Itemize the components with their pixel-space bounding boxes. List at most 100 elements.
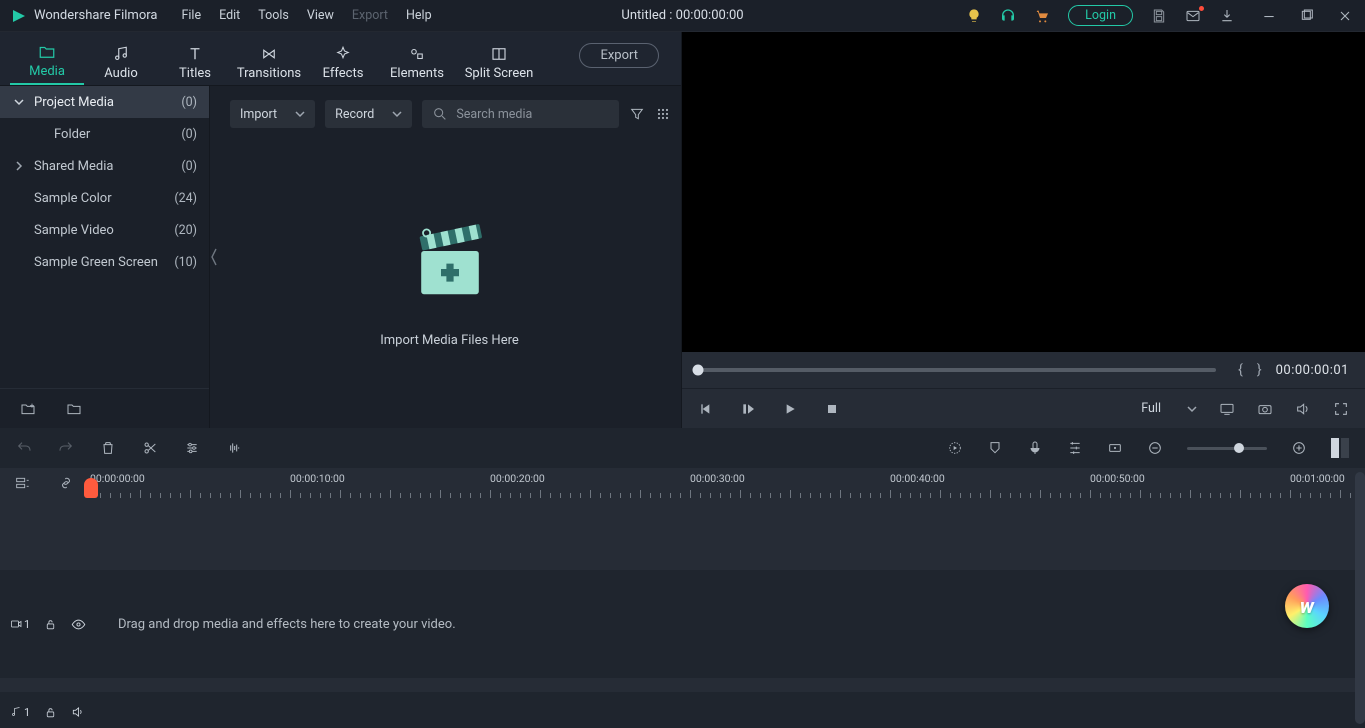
stop-icon[interactable] xyxy=(824,401,840,417)
mark-in-icon[interactable]: { xyxy=(1238,362,1243,378)
collapse-handle[interactable] xyxy=(210,86,218,428)
wondershare-badge[interactable]: w xyxy=(1285,584,1329,628)
timeline-scrollbar[interactable] xyxy=(1355,472,1365,724)
download-icon[interactable] xyxy=(1219,8,1235,24)
tab-split-screen[interactable]: Split Screen xyxy=(454,41,544,85)
preview-timecode: 00:00:00:01 xyxy=(1276,363,1349,378)
clapperboard-icon xyxy=(404,215,496,305)
sidebar-sample-color[interactable]: Sample Color(24) xyxy=(0,182,209,214)
preview-video[interactable] xyxy=(682,32,1365,352)
save-icon[interactable] xyxy=(1151,8,1167,24)
split-clip-icon[interactable] xyxy=(142,440,158,456)
volume-icon[interactable] xyxy=(1295,401,1311,417)
preview-timebar: { } 00:00:00:01 xyxy=(682,352,1365,388)
export-button[interactable]: Export xyxy=(579,43,659,68)
menu-view[interactable]: View xyxy=(307,8,334,23)
menu-file[interactable]: File xyxy=(181,8,201,23)
delete-icon[interactable] xyxy=(100,440,116,456)
filter-icon[interactable] xyxy=(629,106,645,122)
text-icon xyxy=(186,45,204,63)
import-dropdown[interactable]: Import xyxy=(230,100,315,128)
tab-elements[interactable]: Elements xyxy=(380,41,454,85)
ruler-label: 00:00:10:00 xyxy=(290,472,345,485)
eye-icon[interactable] xyxy=(71,617,86,632)
tab-titles[interactable]: Titles xyxy=(158,41,232,85)
sidebar-folder[interactable]: Folder(0) xyxy=(0,118,209,150)
close-icon[interactable] xyxy=(1337,8,1353,24)
zoom-fit-icon[interactable] xyxy=(1331,438,1349,458)
menu-export: Export xyxy=(352,8,388,23)
ruler-label: 00:00:20:00 xyxy=(490,472,545,485)
app-logo-icon xyxy=(10,7,28,25)
grid-view-icon[interactable] xyxy=(655,106,671,122)
tab-media[interactable]: Media xyxy=(10,39,84,85)
video-track-icon xyxy=(10,618,22,630)
preview-quality-dropdown[interactable]: Full xyxy=(1141,401,1197,416)
zoom-out-icon[interactable] xyxy=(1147,440,1163,456)
sidebar-sample-green-screen[interactable]: Sample Green Screen(10) xyxy=(0,246,209,278)
play-icon[interactable] xyxy=(782,401,798,417)
render-icon[interactable] xyxy=(947,440,963,456)
tab-transitions[interactable]: Transitions xyxy=(232,41,306,85)
adjust-icon[interactable] xyxy=(184,440,200,456)
zoom-slider[interactable] xyxy=(1187,447,1267,450)
playhead-cap[interactable] xyxy=(84,478,98,498)
audio-track-row[interactable]: 1 xyxy=(0,692,1365,728)
split-icon xyxy=(490,45,508,63)
play-pause-icon[interactable] xyxy=(740,401,756,417)
support-icon[interactable] xyxy=(1000,8,1016,24)
timeline: 00:00:00:0000:00:10:0000:00:20:0000:00:3… xyxy=(0,468,1365,728)
message-icon[interactable] xyxy=(1185,8,1201,24)
import-drop-area[interactable]: Import Media Files Here xyxy=(218,134,681,428)
scrubber-knob[interactable] xyxy=(693,365,704,376)
new-folder-icon[interactable] xyxy=(20,401,36,417)
cart-icon[interactable] xyxy=(1034,8,1050,24)
minimize-icon[interactable] xyxy=(1261,8,1277,24)
manage-tracks-icon[interactable] xyxy=(0,468,44,498)
audio-track-icon xyxy=(10,706,22,718)
folder-icon xyxy=(38,43,56,61)
redo-icon[interactable] xyxy=(58,440,74,456)
link-icon[interactable] xyxy=(44,468,88,498)
timeline-ruler[interactable]: 00:00:00:0000:00:10:0000:00:20:0000:00:3… xyxy=(88,468,1365,498)
step-back-icon[interactable] xyxy=(698,401,714,417)
menu-bar: File Edit Tools View Export Help xyxy=(181,8,431,23)
voiceover-icon[interactable] xyxy=(1027,440,1043,456)
undo-icon[interactable] xyxy=(16,440,32,456)
music-icon xyxy=(112,45,130,63)
audio-wave-icon[interactable] xyxy=(226,440,242,456)
sidebar-project-media[interactable]: Project Media(0) xyxy=(0,86,209,118)
display-icon[interactable] xyxy=(1219,401,1235,417)
tab-effects[interactable]: Effects xyxy=(306,41,380,85)
snapshot-icon[interactable] xyxy=(1257,401,1273,417)
menu-help[interactable]: Help xyxy=(406,8,432,23)
fullscreen-icon[interactable] xyxy=(1333,401,1349,417)
playhead[interactable] xyxy=(90,492,92,498)
chevron-down-icon xyxy=(14,97,24,107)
marker-shield-icon[interactable] xyxy=(987,440,1003,456)
lock-icon[interactable] xyxy=(44,706,57,719)
record-dropdown[interactable]: Record xyxy=(325,100,412,128)
maximize-icon[interactable] xyxy=(1299,8,1315,24)
ruler-label: 00:01:00:00 xyxy=(1290,472,1345,485)
sidebar-sample-video[interactable]: Sample Video(20) xyxy=(0,214,209,246)
lock-icon[interactable] xyxy=(44,618,57,631)
mute-icon[interactable] xyxy=(71,705,85,719)
menu-edit[interactable]: Edit xyxy=(219,8,240,23)
video-track-row[interactable]: 1 Drag and drop media and effects here t… xyxy=(0,570,1365,678)
tab-audio[interactable]: Audio xyxy=(84,41,158,85)
chevron-down-icon xyxy=(392,109,402,119)
sidebar-shared-media[interactable]: Shared Media(0) xyxy=(0,150,209,182)
mixer-icon[interactable] xyxy=(1067,440,1083,456)
zoom-in-icon[interactable] xyxy=(1291,440,1307,456)
login-button[interactable]: Login xyxy=(1068,5,1133,26)
tips-icon[interactable] xyxy=(966,8,982,24)
chevron-down-icon xyxy=(295,109,305,119)
search-input[interactable]: Search media xyxy=(422,100,619,128)
mark-out-icon[interactable]: } xyxy=(1257,362,1262,378)
keyframe-icon[interactable] xyxy=(1107,440,1123,456)
preview-scrubber[interactable] xyxy=(698,368,1216,372)
menu-tools[interactable]: Tools xyxy=(258,8,289,23)
zoom-knob[interactable] xyxy=(1234,443,1244,453)
open-folder-icon[interactable] xyxy=(66,401,82,417)
